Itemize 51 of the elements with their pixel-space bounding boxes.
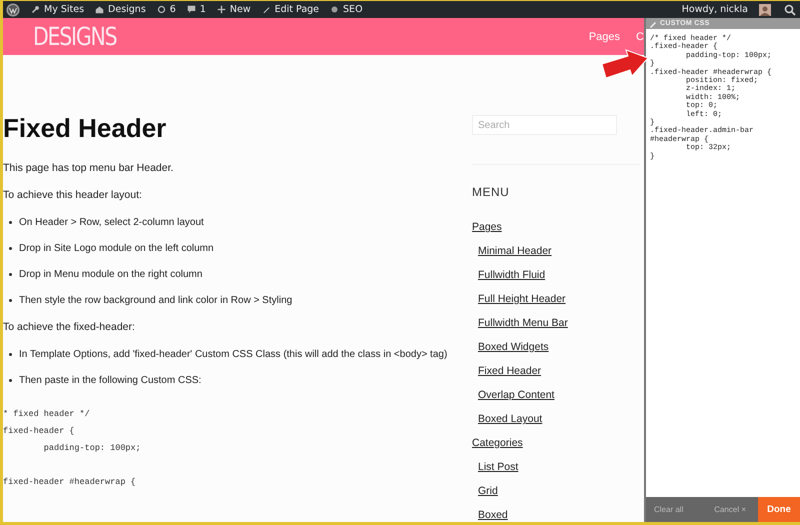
menu-link[interactable]: Grid	[478, 485, 498, 498]
code-line: fixed-header #headerwrap {	[3, 477, 137, 489]
bullet-icon	[9, 299, 12, 302]
admin-bar-link[interactable]: Edit Page	[262, 4, 320, 15]
list-item-text: Drop in Site Logo module on the left column	[19, 243, 214, 254]
menu-link[interactable]: Minimal Header	[478, 245, 552, 258]
speech-bubble-icon	[186, 5, 196, 14]
paragraph: To achieve this header layout:	[3, 189, 143, 201]
search-field[interactable]: Search	[472, 115, 617, 135]
paragraph: This page has top menu bar Header.	[3, 162, 174, 174]
house-icon	[95, 5, 104, 14]
admin-bar-link[interactable]: My Sites	[31, 4, 84, 15]
list-item-text: Then paste in the following Custom CSS:	[19, 375, 202, 386]
user-greeting-link[interactable]: Howdy, nickla	[682, 4, 748, 15]
menu-link[interactable]: Boxed Widgets	[478, 341, 549, 354]
menu-link[interactable]: Pages	[472, 221, 502, 234]
dot-icon	[330, 5, 340, 14]
menu-link[interactable]: Categories	[472, 437, 523, 450]
menu-link[interactable]: Boxed Layout	[478, 413, 542, 426]
menu-link[interactable]: Fullwidth Fluid	[478, 269, 546, 282]
page-title: Fixed Header	[3, 113, 168, 144]
list-item-text: In Template Options, add 'fixed-header' Custom CSS Class (this will add the class in <body> tag)	[19, 349, 448, 360]
menu-link[interactable]: Fixed Header	[478, 365, 542, 378]
wordpress-logo-icon	[6, 2, 20, 16]
code-line: * fixed header */	[3, 409, 91, 421]
admin-bar-link[interactable]: 1	[186, 4, 206, 15]
bullet-icon	[9, 221, 12, 224]
menu-link[interactable]: Overlap Content	[478, 389, 554, 402]
bullet-icon	[9, 247, 12, 250]
paragraph: To achieve the fixed-header:	[3, 321, 136, 333]
search-icon	[784, 4, 796, 16]
menu-heading: MENU	[472, 185, 510, 199]
pencil-icon	[262, 5, 271, 14]
avatar-icon	[759, 4, 771, 16]
menu-link[interactable]: Full Height Header	[478, 293, 566, 306]
list-item-text: Then style the row background and link color in Row > Styling	[19, 295, 292, 306]
admin-bar-link[interactable]: 6	[156, 4, 176, 15]
code-line: fixed-header {	[3, 426, 76, 438]
menu-link[interactable]: Fullwidth Menu Bar	[478, 317, 568, 330]
admin-bar-link[interactable]: Designs	[95, 4, 146, 15]
code-line: padding-top: 100px;	[42, 443, 142, 455]
menu-link[interactable]: Boxed	[478, 509, 508, 522]
bullet-icon	[9, 379, 12, 382]
bullet-icon	[9, 353, 12, 356]
bullet-icon	[9, 273, 12, 276]
list-item-text: Drop in Menu module on the right column	[19, 269, 202, 280]
admin-bar-link[interactable]: SEO	[330, 4, 363, 15]
list-item-text: On Header > Row, select 2-column layout	[19, 217, 204, 228]
plus-icon	[216, 5, 226, 14]
admin-bar-link[interactable]: New	[216, 4, 251, 15]
menu-link[interactable]: List Post	[478, 461, 518, 474]
